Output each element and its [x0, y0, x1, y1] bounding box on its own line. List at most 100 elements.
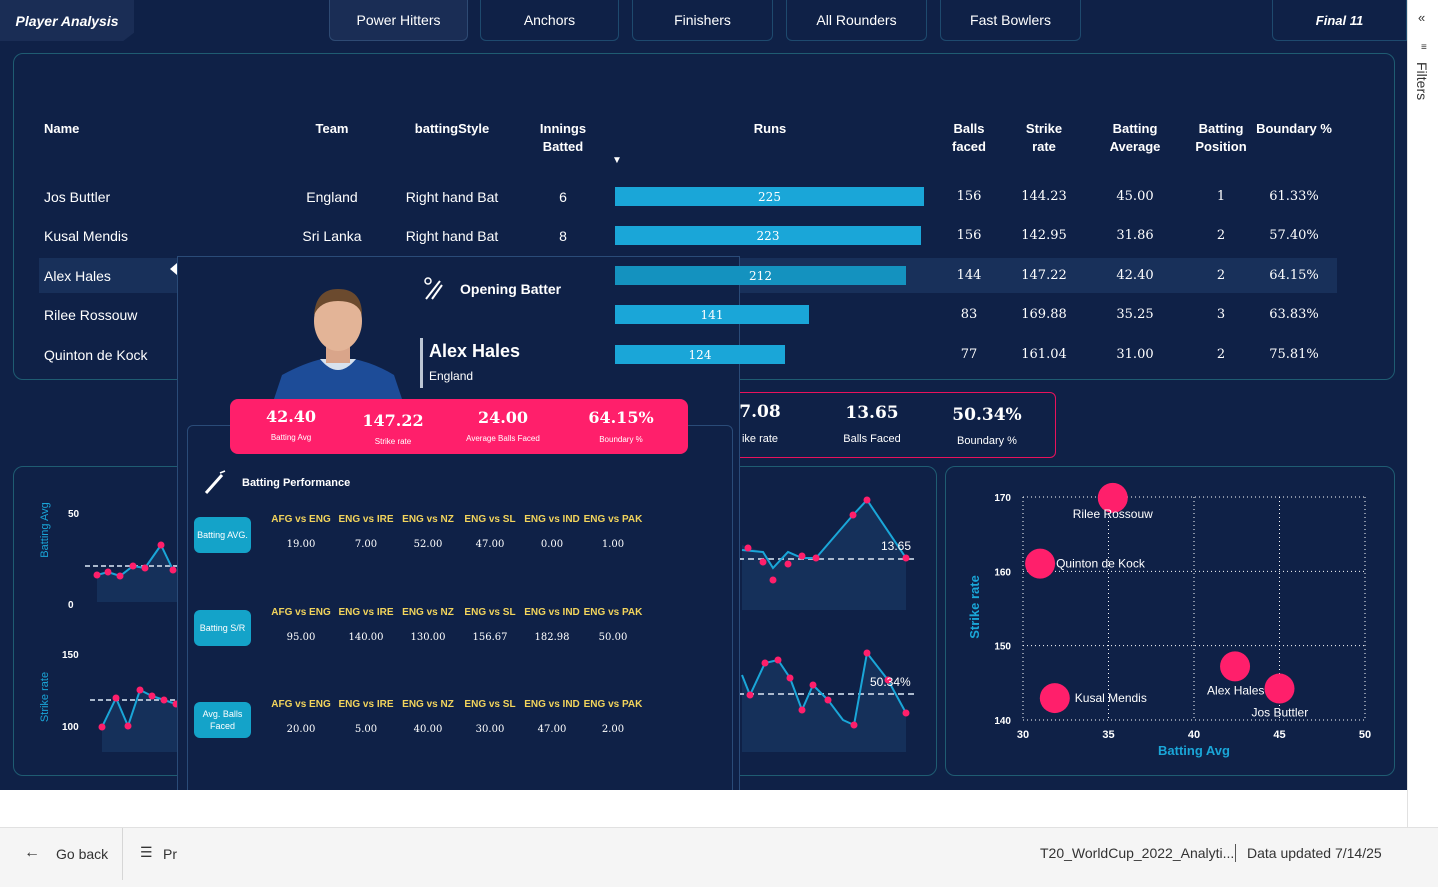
cell-batting-style: Right hand Bat	[405, 228, 499, 244]
go-back-button[interactable]: Go back	[56, 846, 108, 862]
kpi-balls-faced-label: Balls Faced	[843, 433, 901, 445]
pages-icon[interactable]: ☰	[140, 844, 153, 861]
match-header: ENG vs SL	[464, 514, 516, 525]
cell-boundary: 75.81%	[1269, 347, 1319, 362]
col-header-boundary[interactable]: Boundary %	[1256, 120, 1332, 138]
back-arrow-icon[interactable]: ←	[24, 844, 40, 862]
player-role: Opening Batter	[460, 281, 562, 297]
mid-top-point	[769, 576, 777, 584]
name-divider	[420, 338, 423, 388]
left-bottom-point	[112, 694, 120, 702]
col-header-batting-style[interactable]: battingStyle	[402, 120, 502, 138]
pages-button[interactable]: Pr	[163, 846, 177, 862]
cell-innings: 6	[559, 189, 567, 205]
player-team: England	[429, 369, 474, 383]
match-value: 0.00	[540, 539, 564, 550]
match-header: ENG vs SL	[464, 699, 516, 710]
left-top-tick-50: 50	[68, 509, 80, 520]
left-bottom-point	[160, 696, 168, 704]
divider	[122, 828, 123, 880]
scatter-point-label: Rilee Rossouw	[1073, 507, 1153, 521]
tab-player-analysis[interactable]: Player Analysis	[0, 0, 134, 41]
match-header: ENG vs NZ	[402, 514, 454, 525]
scatter-xtick: 30	[1017, 729, 1029, 741]
match-value: 40.00	[413, 724, 443, 735]
match-header: ENG vs PAK	[583, 607, 643, 618]
col-header-balls-faced[interactable]: Balls faced	[944, 120, 994, 156]
left-top-point	[129, 562, 137, 570]
stat-batting-avg-value: 42.40	[265, 407, 317, 426]
match-value: 1.00	[601, 539, 625, 550]
match-header: ENG vs NZ	[402, 699, 454, 710]
scatter-ytick: 140	[994, 716, 1011, 727]
left-bottom-point	[148, 692, 156, 700]
cell-team: England	[306, 189, 358, 205]
cell-balls-faced: 156	[956, 189, 982, 204]
player-photo	[274, 289, 402, 399]
cell-batting-position: 3	[1216, 307, 1226, 322]
batting-performance-title: Batting Performance	[242, 477, 351, 489]
data-updated: Data updated 7/14/25	[1247, 845, 1382, 861]
match-value: 52.00	[413, 539, 443, 550]
scatter-xtick: 40	[1188, 729, 1200, 741]
left-bottom-ylabel: Strike rate	[39, 672, 51, 722]
tab-final-11[interactable]: Final 11	[1272, 0, 1407, 41]
col-header-innings[interactable]: Innings Batted	[528, 120, 598, 156]
tab-fast-bowlers[interactable]: Fast Bowlers	[940, 0, 1081, 41]
match-value: 30.00	[475, 724, 505, 735]
scatter-points: Rilee Rossouw Quinton de Kock Kusal Mendis…	[1025, 482, 1308, 720]
cell-team: Sri Lanka	[302, 228, 362, 244]
scatter-grid	[1022, 496, 1366, 721]
mid-bottom-annotation: 50.34%	[870, 675, 911, 689]
tab-power-hitters[interactable]: Power Hitters	[329, 0, 468, 41]
runs-bar: 124	[615, 345, 785, 364]
left-bottom-point	[124, 722, 132, 730]
cell-boundary: 64.15%	[1269, 268, 1319, 283]
match-value: 50.00	[598, 632, 628, 643]
mid-top-point	[863, 496, 871, 504]
col-header-batting-position[interactable]: Batting Position	[1190, 120, 1252, 156]
filters-pane[interactable]: « ≡ Filters	[1407, 0, 1438, 828]
scatter-point	[1039, 683, 1070, 714]
cell-batting-average: 35.25	[1116, 307, 1154, 322]
scatter-point-label: Quinton de Kock	[1056, 557, 1146, 571]
cell-boundary: 61.33%	[1269, 189, 1319, 204]
mid-bottom-point	[850, 721, 858, 729]
player-name: Alex Hales	[429, 341, 521, 361]
scatter-point	[1025, 548, 1056, 579]
scatter-ylabel: Strike rate	[967, 575, 982, 639]
mid-top-point	[849, 511, 857, 519]
tab-all-rounders[interactable]: All Rounders	[786, 0, 927, 41]
tab-anchors[interactable]: Anchors	[480, 0, 619, 41]
match-header: AFG vs ENG	[271, 699, 331, 710]
col-header-batting-average[interactable]: Batting Average	[1100, 120, 1170, 156]
sort-indicator-icon: ▼	[612, 155, 622, 166]
report-bottom-bar: ← Go back ☰ Pr T20_WorldCup_2022_Analyti…	[0, 827, 1438, 887]
match-value: 182.98	[534, 632, 570, 643]
match-header: ENG vs IND	[524, 699, 580, 710]
col-header-runs[interactable]: Runs	[730, 120, 810, 138]
scatter-xlabel: Batting Avg	[1158, 743, 1230, 758]
stat-balls-faced-label: Average Balls Faced	[466, 434, 540, 443]
report-filename: T20_WorldCup_2022_Analyti...	[1040, 845, 1235, 861]
collapse-chevron-icon[interactable]: «	[1418, 10, 1425, 25]
match-header: ENG vs NZ	[402, 607, 454, 618]
cell-batting-average: 45.00	[1116, 189, 1154, 204]
filters-label[interactable]: Filters	[1414, 62, 1430, 100]
mid-bottom-point	[824, 696, 832, 704]
stat-boundary-label: Boundary %	[599, 435, 643, 444]
cell-name: Rilee Rossouw	[44, 307, 138, 323]
kpi-strike-rate-value: 7.08	[739, 402, 781, 422]
col-header-team[interactable]: Team	[292, 120, 372, 138]
cell-balls-faced: 156	[956, 228, 982, 243]
col-header-strike-rate[interactable]: Strike rate	[1014, 120, 1074, 156]
col-header-name[interactable]: Name	[44, 120, 79, 138]
left-top-point	[157, 541, 165, 549]
mid-trend-charts: 13.65 50.34%	[738, 496, 918, 752]
metric-label-pill: Avg. Balls Faced	[194, 702, 251, 738]
mid-bottom-area	[742, 653, 906, 752]
kpi-balls-faced-value: 13.65	[845, 403, 899, 423]
left-bottom-point	[136, 686, 144, 694]
tab-finishers[interactable]: Finishers	[632, 0, 773, 41]
mid-top-point	[812, 554, 820, 562]
